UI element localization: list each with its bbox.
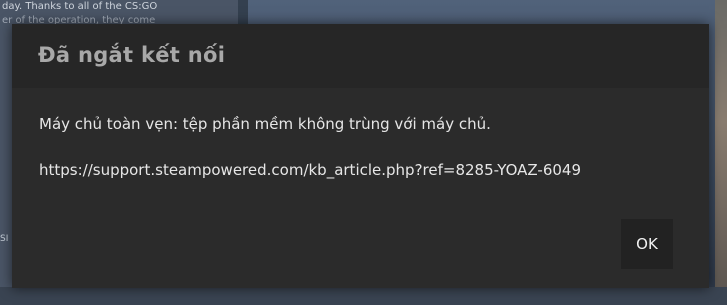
background-side-text: SI [0,234,9,244]
background-bottom-bar [0,287,727,305]
ok-button[interactable]: OK [621,219,673,269]
disconnect-dialog: Đã ngắt kết nối Máy chủ toàn vẹn: tệp ph… [12,24,709,288]
dialog-header: Đã ngắt kết nối [12,24,709,88]
dialog-message: Máy chủ toàn vẹn: tệp phần mềm không trù… [39,115,491,133]
dialog-support-link: https://support.steampowered.com/kb_arti… [39,161,581,179]
dialog-title: Đã ngắt kết nối [38,43,226,67]
background-character-art [715,0,727,305]
dialog-body: Máy chủ toàn vẹn: tệp phần mềm không trù… [12,88,709,288]
background-news-line-1: day. Thanks to all of the CS:GO [2,1,158,12]
